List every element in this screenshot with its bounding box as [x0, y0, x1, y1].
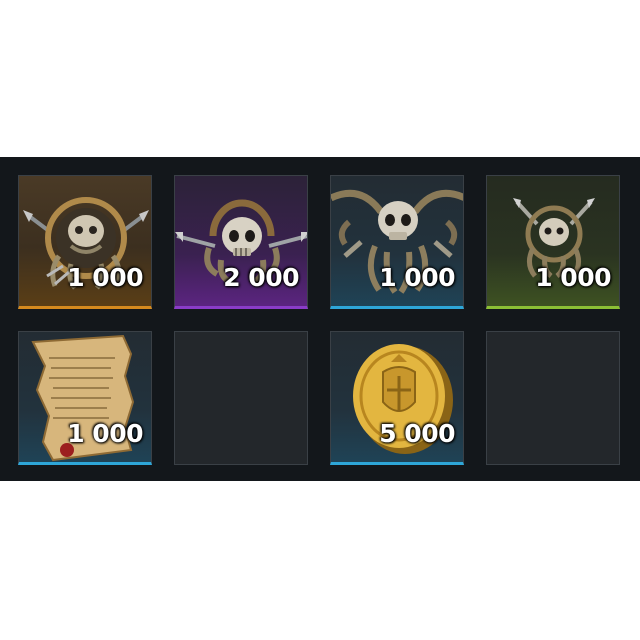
- inventory-panel: 1 000 2 000 1 000 1 000 1 000 5 000: [0, 157, 640, 481]
- item-quantity: 5 000: [379, 419, 455, 448]
- inventory-slot-2[interactable]: 2 000: [174, 175, 308, 309]
- inventory-slot-5[interactable]: 1 000: [18, 331, 152, 465]
- item-quantity: 1 000: [535, 263, 611, 292]
- inventory-slot-8-empty[interactable]: [486, 331, 620, 465]
- item-quantity: 1 000: [67, 419, 143, 448]
- inventory-slot-3[interactable]: 1 000: [330, 175, 464, 309]
- inventory-slot-6-empty[interactable]: [174, 331, 308, 465]
- item-quantity: 2 000: [223, 263, 299, 292]
- inventory-slot-1[interactable]: 1 000: [18, 175, 152, 309]
- inventory-slot-7[interactable]: 5 000: [330, 331, 464, 465]
- inventory-slot-4[interactable]: 1 000: [486, 175, 620, 309]
- item-quantity: 1 000: [379, 263, 455, 292]
- item-quantity: 1 000: [67, 263, 143, 292]
